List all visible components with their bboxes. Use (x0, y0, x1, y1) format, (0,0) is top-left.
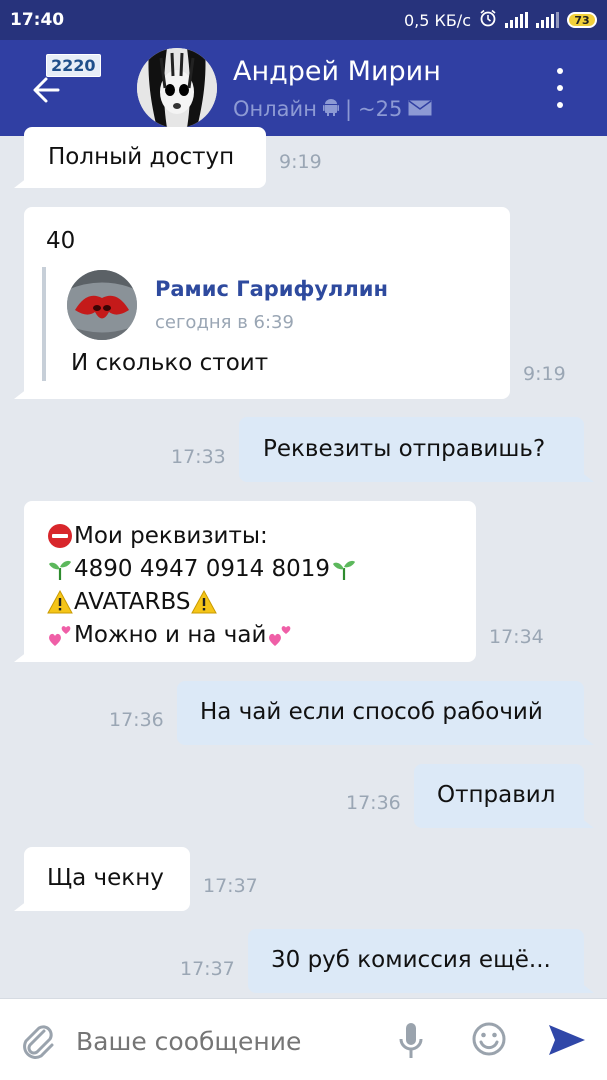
message-text: Мои реквизиты: (74, 522, 268, 549)
message-outgoing[interactable]: Отправил (414, 764, 584, 828)
alarm-icon (479, 9, 497, 31)
message-line: Мои реквизиты: (46, 519, 358, 552)
signal-2-icon (536, 12, 559, 28)
back-button[interactable] (28, 72, 68, 108)
chat-header: 2220 Андрей Мирин Онлайн | ~25 (0, 40, 607, 136)
clock: 17:40 (10, 10, 65, 30)
send-icon (549, 1025, 585, 1055)
avatar[interactable] (137, 48, 217, 128)
net-speed: 0,5 КБ/с (403, 10, 471, 30)
unread-counter-badge: 2220 (46, 54, 101, 77)
send-button[interactable] (547, 1023, 587, 1057)
contact-status: Онлайн | ~25 (233, 97, 432, 121)
message-input[interactable] (76, 1019, 376, 1063)
quote-avatar (67, 270, 137, 340)
two-hearts-icon (266, 621, 294, 649)
message-count: ~25 (358, 97, 403, 121)
no-entry-icon (46, 522, 74, 550)
status-bar: 17:40 0,5 КБ/с 73 (0, 0, 607, 40)
message-line: Можно и на чай (46, 618, 358, 651)
warning-icon (46, 588, 74, 616)
overflow-menu-button[interactable] (552, 68, 568, 108)
microphone-icon (399, 1023, 423, 1058)
message-incoming[interactable]: Ща чекну (24, 847, 190, 911)
message-text: Можно и на чай (74, 621, 267, 648)
signal-icon (505, 12, 528, 28)
message-incoming[interactable]: Мои реквизиты: 4890 4947 0914 8019 AVATA… (24, 501, 476, 662)
message-text: 40 (46, 228, 76, 254)
message-composer (0, 998, 607, 1080)
message-line: AVATARBS (46, 585, 358, 618)
envelope-icon (408, 97, 432, 121)
message-time: 17:34 (489, 626, 544, 648)
online-status: Онлайн (233, 97, 317, 121)
seedling-icon (46, 555, 74, 583)
paperclip-icon (23, 1025, 54, 1059)
warning-icon (190, 588, 218, 616)
message-outgoing[interactable]: На чай если способ рабочий (177, 681, 584, 745)
battery-icon: 73 (567, 12, 597, 28)
smiley-icon (472, 1022, 506, 1056)
message-text: Отправил (437, 782, 556, 808)
message-time: 17:33 (171, 446, 226, 468)
card-number: 4890 4947 0914 8019 (74, 555, 331, 582)
message-incoming-with-quote[interactable]: 40 Рамис Гарифуллин сегодня в 6:39 И ско… (24, 207, 510, 399)
message-time: 17:36 (346, 792, 401, 814)
message-outgoing[interactable]: 30 руб комиссия ещё... (248, 929, 584, 993)
message-text: Ща чекну (47, 865, 164, 891)
arrow-left-icon (33, 77, 60, 103)
status-icons: 0,5 КБ/с 73 (404, 9, 597, 31)
message-text: На чай если способ рабочий (200, 699, 543, 725)
message-time: 17:37 (180, 958, 235, 980)
status-separator: | (344, 97, 353, 121)
message-line: 4890 4947 0914 8019 (46, 552, 358, 585)
message-incoming[interactable]: Полный доступ (24, 127, 266, 188)
quote-author[interactable]: Рамис Гарифуллин (155, 277, 388, 301)
android-icon (322, 97, 339, 121)
quote-date: сегодня в 6:39 (155, 312, 294, 333)
message-text: Реквезиты отправишь? (263, 436, 546, 462)
seedling-icon (330, 555, 358, 583)
attach-button[interactable] (20, 1021, 56, 1061)
voice-button[interactable] (398, 1021, 424, 1061)
message-time: 17:36 (109, 709, 164, 731)
message-text: AVATARBS (74, 588, 191, 615)
message-time: 9:19 (523, 363, 566, 385)
quote-bar (42, 267, 46, 381)
emoji-button[interactable] (471, 1021, 507, 1057)
two-hearts-icon (46, 621, 74, 649)
quote-text: И сколько стоит (71, 350, 269, 376)
message-text: Полный доступ (48, 144, 235, 170)
contact-name: Андрей Мирин (233, 56, 441, 87)
message-time: 9:19 (279, 151, 322, 173)
message-text: 30 руб комиссия ещё... (271, 947, 551, 973)
message-time: 17:37 (203, 875, 258, 897)
message-outgoing[interactable]: Реквезиты отправишь? (239, 417, 584, 482)
